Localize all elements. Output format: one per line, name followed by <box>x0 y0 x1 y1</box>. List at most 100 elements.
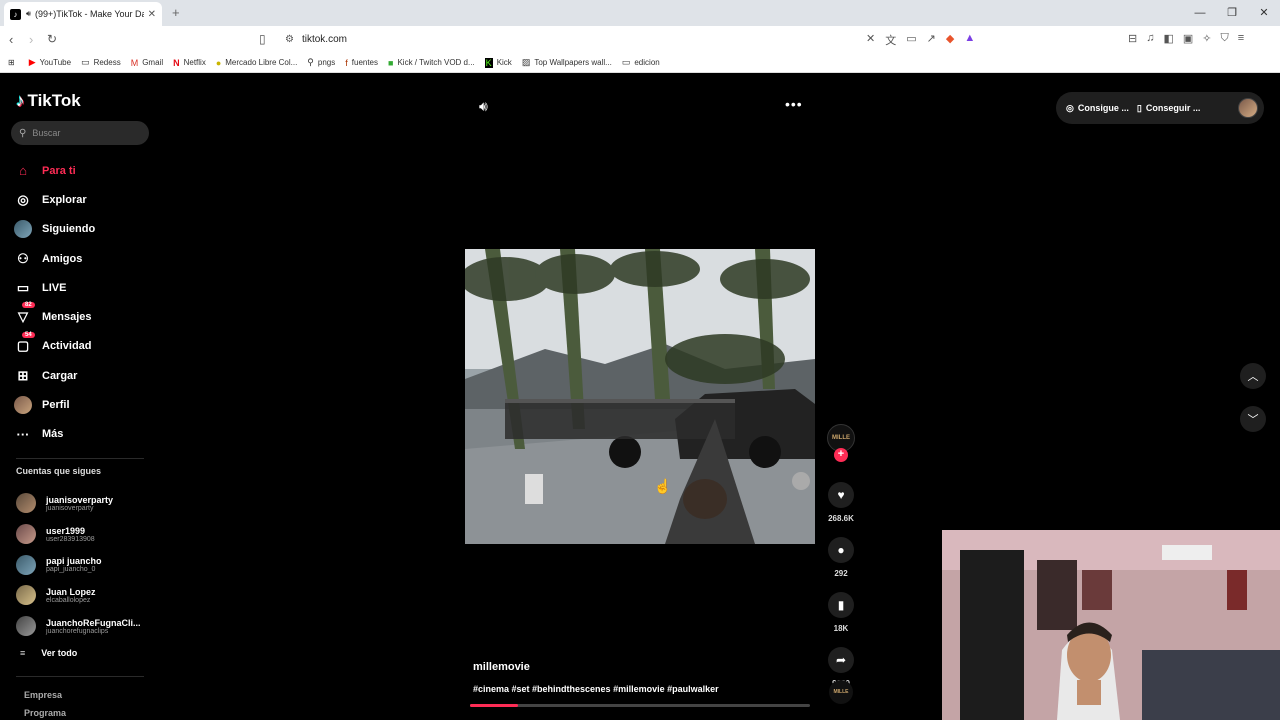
address-bar-row: ‹ › ↻ ▯ ⚙ tiktok.com ✕ 文 ▭ ↗ ◆ ▲ ⊟ ♫ ◧ ▣… <box>0 26 1280 53</box>
following-account[interactable]: juanisoverparty juanisoverparty <box>16 488 141 519</box>
follow-creator-button[interactable]: + <box>834 448 848 462</box>
back-icon[interactable]: ‹ <box>9 32 13 47</box>
video-username[interactable]: millemovie <box>473 661 530 673</box>
user-avatar[interactable] <box>1238 98 1258 118</box>
comment-action[interactable]: ● 292 <box>828 537 854 578</box>
get-coins-button[interactable]: ◎ Consigue ... <box>1066 103 1129 114</box>
heart-icon[interactable]: ♥ <box>828 482 854 508</box>
bookmark-icon[interactable]: ▮ <box>828 592 854 618</box>
sidebar-item-perfil[interactable]: Perfil <box>14 390 95 419</box>
webcam-image <box>942 530 1280 720</box>
apps-icon[interactable]: ⊞ <box>8 58 15 67</box>
cast-icon[interactable]: ▭ <box>906 32 916 48</box>
search-box[interactable]: ⚲ <box>11 121 149 145</box>
sidebar-item-actividad[interactable]: ▢ 54 Actividad <box>14 331 95 361</box>
tab-title: (99+)TikTok - Make Your Day <box>35 9 144 19</box>
next-video-button[interactable]: ﹀ <box>1240 406 1266 432</box>
bookmark-wallpapers[interactable]: ▨ Top Wallpapers wall... <box>522 57 612 68</box>
sidebar-item-cargar[interactable]: ⊞ Cargar <box>14 361 95 390</box>
comment-icon[interactable]: ● <box>828 537 854 563</box>
no-translate-icon[interactable]: ✕ <box>866 32 875 48</box>
share-icon[interactable]: ↗ <box>927 32 936 48</box>
tab-search-icon[interactable]: ⊟ <box>1128 32 1137 45</box>
new-tab-button[interactable]: + <box>172 5 180 20</box>
video-progress-fill <box>470 704 518 707</box>
footer-programa[interactable]: Programa <box>24 708 66 718</box>
close-window-button[interactable]: ✕ <box>1248 0 1280 26</box>
following-account[interactable]: user1999 user283913908 <box>16 519 141 550</box>
bookmark-page-icon[interactable]: ▯ <box>259 32 266 46</box>
leo-ai-icon[interactable]: ✧ <box>1202 32 1211 45</box>
sidebar-item-mensajes[interactable]: ▽ 82 Mensajes <box>14 302 95 331</box>
vpn-icon[interactable]: ⛉ <box>1221 32 1229 45</box>
forward-icon[interactable]: › <box>29 32 33 47</box>
friends-icon: ⚇ <box>17 250 29 266</box>
avatar <box>16 524 36 545</box>
sidebar-item-explorar[interactable]: ◎ Explorar <box>14 185 95 214</box>
comment-count: 292 <box>834 569 848 578</box>
sidebar-item-amigos[interactable]: ⚇ Amigos <box>14 244 95 273</box>
following-account[interactable]: papi juancho papi_juancho_0 <box>16 549 141 580</box>
video-progress-bar[interactable] <box>470 704 810 707</box>
tiktok-logo[interactable]: ♪ TikTok <box>16 91 81 111</box>
more-options-icon[interactable]: ••• <box>785 96 803 112</box>
following-icon <box>14 220 32 239</box>
tab-audio-icon[interactable]: 🔊︎ <box>26 9 31 19</box>
bookmark-pngs[interactable]: ⚲ pngs <box>307 57 335 68</box>
save-action[interactable]: ▮ 18K <box>828 592 854 633</box>
sidebar-item-siguiendo[interactable]: Siguiendo <box>14 215 95 244</box>
activity-icon: ▢ <box>16 338 30 354</box>
bookmark-gmail[interactable]: M Gmail <box>131 58 163 68</box>
bookmark-fuentes[interactable]: f fuentes <box>345 58 378 68</box>
bookmark-netflix[interactable]: N Netflix <box>173 58 206 68</box>
top-right-actions: ◎ Consigue ... ▯ Conseguir ... <box>1056 92 1264 124</box>
video-caption[interactable]: #cinema #set #behindthescenes #millemovi… <box>473 684 719 694</box>
see-all-button[interactable]: ≡ Ver todo <box>20 648 77 658</box>
bookmark-redess[interactable]: ▭ Redess <box>81 57 121 68</box>
maximize-button[interactable]: ❐ <box>1216 0 1248 26</box>
footer-empresa[interactable]: Empresa <box>24 690 62 700</box>
messages-badge: 82 <box>22 302 35 309</box>
bookmark-kick[interactable]: K Kick <box>484 57 512 68</box>
bookmark-youtube[interactable]: ▶ YouTube <box>29 57 71 68</box>
list-icon: ≡ <box>20 648 26 658</box>
minimize-button[interactable]: — <box>1184 0 1216 26</box>
menu-icon[interactable]: ≡ <box>1238 32 1244 45</box>
sidebar-icon[interactable]: ◧ <box>1163 32 1173 45</box>
avatar <box>16 616 36 637</box>
site-info-icon[interactable]: ⚙ <box>285 34 294 45</box>
sidebar-item-live[interactable]: ▭ LIVE <box>14 273 95 302</box>
browser-tab[interactable]: ♪ 🔊︎ (99+)TikTok - Make Your Day ✕ <box>4 2 162 26</box>
following-list: juanisoverparty juanisoverparty user1999 u… <box>16 488 141 641</box>
browser-tab-bar: ♪ 🔊︎ (99+)TikTok - Make Your Day ✕ + — ❐… <box>0 0 1280 26</box>
sidebar-item-mas[interactable]: ··· Más <box>14 420 95 449</box>
get-app-button[interactable]: ▯ Conseguir ... <box>1137 103 1200 114</box>
bookmark-mercadolibre[interactable]: ● Mercado Libre Col... <box>216 58 297 68</box>
previous-video-button[interactable]: ︿ <box>1240 363 1266 389</box>
chevron-up-icon: ︿ <box>1247 371 1259 383</box>
bookmark-edicion[interactable]: ▭ edicion <box>622 57 660 68</box>
video-player[interactable] <box>465 249 815 544</box>
volume-icon[interactable]: 🔊︎ <box>479 98 488 115</box>
share-arrow-icon[interactable]: ➦ <box>828 647 854 673</box>
reload-icon[interactable]: ↻ <box>47 32 57 46</box>
bookmarks-bar: ⊞ ▶ YouTube ▭ Redess M Gmail N Netflix ● Merc… <box>0 53 1280 73</box>
coin-icon: ◎ <box>1066 102 1074 113</box>
bookmark-kick-twitch[interactable]: ■ Kick / Twitch VOD d... <box>388 58 475 68</box>
gmail-icon: M <box>130 57 139 68</box>
media-icon[interactable]: ♫ <box>1146 32 1154 45</box>
messages-icon: ▽ <box>18 309 28 325</box>
sidebar-item-para-ti[interactable]: ⌂ Para ti <box>14 156 95 185</box>
tab-close-icon[interactable]: ✕ <box>148 9 156 20</box>
music-disc-icon[interactable]: MILLE <box>829 680 853 704</box>
brave-shields-icon[interactable]: ◆ <box>946 32 954 48</box>
activity-badge: 54 <box>22 331 35 338</box>
following-account[interactable]: JuanchoReFugnaCli... juanchorefugnaclips <box>16 611 141 642</box>
following-account[interactable]: Juan Lopez elcaballolopez <box>16 580 141 611</box>
search-input[interactable] <box>32 128 133 138</box>
brave-rewards-icon[interactable]: ▲ <box>964 32 975 48</box>
wallet-icon[interactable]: ▣ <box>1183 32 1193 45</box>
like-action[interactable]: ♥ 268.6K <box>828 482 854 523</box>
translate-icon[interactable]: 文 <box>885 32 896 48</box>
following-accounts-title: Cuentas que sigues <box>16 466 102 476</box>
